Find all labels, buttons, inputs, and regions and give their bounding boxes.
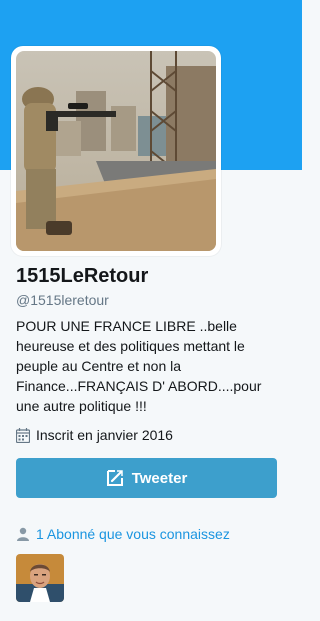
person-icon [17, 527, 29, 541]
known-followers-label: 1 Abonné que vous connaissez [36, 526, 230, 542]
known-followers-link[interactable]: 1 Abonné que vous connaissez [16, 526, 230, 542]
profile-handle[interactable]: @1515leretour [16, 292, 109, 308]
profile-name[interactable]: 1515LeRetour [16, 265, 148, 288]
follower-photo [16, 554, 64, 602]
follower-avatar[interactable] [16, 554, 64, 602]
compose-tweet-icon [106, 470, 123, 486]
tweet-button[interactable]: Tweeter [16, 458, 277, 498]
calendar-icon [16, 427, 30, 443]
avatar-photo [16, 51, 216, 251]
join-date: Inscrit en janvier 2016 [16, 427, 173, 443]
tweet-button-label: Tweeter [131, 469, 188, 487]
join-date-label: Inscrit en janvier 2016 [36, 427, 173, 443]
profile-bio: POUR UNE FRANCE LIBRE ..belle heureuse e… [16, 318, 262, 414]
profile-avatar[interactable] [11, 46, 221, 256]
